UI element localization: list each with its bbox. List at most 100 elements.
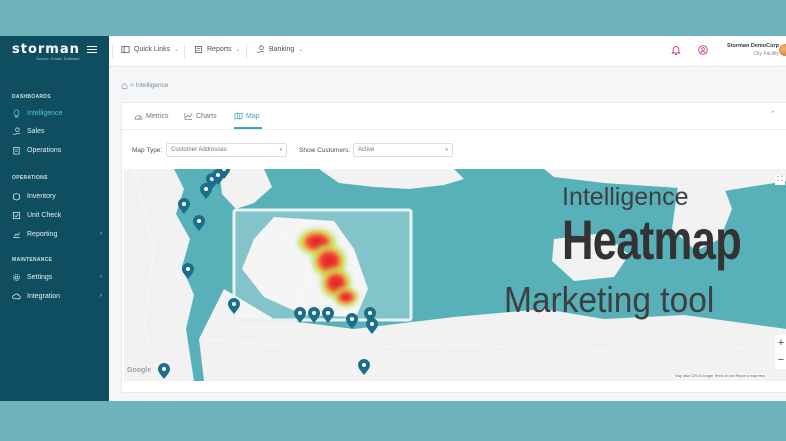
reports-label: Reports <box>207 46 232 53</box>
map-marker-dot <box>362 363 366 367</box>
chevron-down-icon: ▾ <box>445 147 448 153</box>
intelligence-panel: Metrics Charts Map ⌃ Map Type: Customer … <box>121 102 786 393</box>
map-marker-dot <box>368 311 372 315</box>
sidebar-item-settings[interactable]: Settings › <box>12 271 102 283</box>
app-window: storman Secure. Smart. Software DASHBOAR… <box>0 36 786 401</box>
sidebar-item-label: Settings <box>27 273 53 281</box>
sidebar-item-label: Integration <box>27 292 61 300</box>
show-customers-value: Active <box>358 147 375 153</box>
sidebar-item-operations[interactable]: Operations <box>12 144 102 156</box>
sidebar-item-intelligence[interactable]: Intelligence <box>12 107 102 119</box>
map-attribution[interactable]: Map data ©2019 Google Terms of Use Repor… <box>673 374 768 378</box>
heatmap-map[interactable]: Google Map data ©2019 Google Terms of Us… <box>124 169 786 381</box>
line-chart-icon <box>184 112 193 120</box>
reports-menu[interactable]: Reports ⌄ <box>194 45 241 54</box>
tab-label: Metrics <box>146 112 169 120</box>
map-type-label: Map Type: <box>132 147 163 154</box>
fullscreen-button[interactable]: ⛶ <box>775 175 785 185</box>
zoom-control: + − <box>775 335 786 369</box>
chevron-right-icon: › <box>100 231 102 237</box>
tab-label: Charts <box>196 112 217 120</box>
report-icon <box>194 45 203 54</box>
grid-check-icon <box>12 211 21 219</box>
map-type-select[interactable]: Customer Addresses ▾ <box>166 143 287 157</box>
tab-map[interactable]: Map <box>234 112 260 120</box>
map-marker-dot <box>204 187 208 191</box>
map-marker-dot <box>162 367 166 371</box>
zoom-out-button[interactable]: − <box>775 352 786 369</box>
org-name[interactable]: Storman DemoCorp <box>721 43 779 49</box>
show-customers-select[interactable]: Active ▾ <box>353 143 453 157</box>
hand-coins-icon <box>256 45 265 53</box>
window-icon <box>121 45 130 54</box>
chevron-up-icon[interactable]: ⌃ <box>770 110 776 118</box>
lightbulb-icon <box>13 109 20 117</box>
map-marker-dot <box>326 311 330 315</box>
breadcrumb-label: > Intelligence <box>130 82 169 89</box>
menu-toggle-icon[interactable] <box>87 46 97 54</box>
active-tab-indicator <box>234 127 262 129</box>
sidebar-item-label: Unit Check <box>27 211 62 219</box>
section-dashboards: DASHBOARDS <box>12 94 51 100</box>
chevron-down-icon: ⌄ <box>235 47 241 53</box>
zoom-in-button[interactable]: + <box>775 335 786 352</box>
chevron-down-icon: ⌄ <box>298 47 304 53</box>
map-marker-dot <box>298 311 302 315</box>
tab-charts[interactable]: Charts <box>184 112 217 120</box>
map-marker-dot <box>370 322 374 326</box>
avatar[interactable] <box>779 44 786 56</box>
map-marker-dot <box>350 317 354 321</box>
map-marker-dot <box>312 311 316 315</box>
chevron-right-icon: › <box>100 293 102 299</box>
sidebar-item-label: Sales <box>27 127 45 135</box>
banking-menu[interactable]: Banking ⌄ <box>256 45 303 54</box>
divider <box>184 44 185 58</box>
section-operations: OPERATIONS <box>12 175 48 181</box>
map-marker-dot <box>182 202 186 206</box>
google-logo: Google <box>127 367 152 374</box>
map-icon <box>234 112 243 120</box>
map-marker-dot <box>216 173 220 177</box>
sidebar-item-sales[interactable]: Sales <box>12 125 102 137</box>
overlay-heading: Heatmap <box>562 208 742 271</box>
divider <box>112 44 113 58</box>
tab-label: Map <box>246 112 260 120</box>
map-type-value: Customer Addresses <box>171 147 227 153</box>
quick-links-menu[interactable]: Quick Links ⌄ <box>121 45 179 54</box>
chevron-down-icon: ▾ <box>279 147 282 153</box>
cloud-icon <box>12 293 21 299</box>
overlay-subtitle: Marketing tool <box>504 279 715 320</box>
chevron-right-icon: › <box>100 274 102 280</box>
user-icon[interactable] <box>698 45 708 55</box>
facility-name: City Facility <box>753 51 779 57</box>
chevron-down-icon: ⌄ <box>174 47 180 53</box>
sidebar: storman Secure. Smart. Software DASHBOAR… <box>0 36 109 401</box>
sidebar-item-reporting[interactable]: Reporting › <box>12 228 102 240</box>
gauge-icon <box>134 115 143 120</box>
breadcrumb: > Intelligence <box>121 82 169 89</box>
sidebar-item-label: Intelligence <box>27 109 63 117</box>
gear-icon <box>12 273 21 281</box>
sidebar-item-inventory[interactable]: Inventory <box>12 190 102 202</box>
chart-icon <box>13 232 20 238</box>
sidebar-item-unit-check[interactable]: Unit Check <box>12 209 102 221</box>
brand-tagline: Secure. Smart. Software <box>36 56 80 61</box>
top-bar: Quick Links ⌄ Reports ⌄ Banking ⌄ Storma… <box>109 36 786 67</box>
sidebar-item-label: Reporting <box>27 230 58 238</box>
bell-icon[interactable] <box>671 45 681 56</box>
quick-links-label: Quick Links <box>134 46 171 53</box>
sidebar-item-integration[interactable]: Integration › <box>12 290 102 302</box>
clipboard-icon <box>13 146 20 154</box>
show-customers-label: Show Customers: <box>299 147 351 154</box>
home-icon[interactable] <box>121 82 128 89</box>
banking-label: Banking <box>269 46 295 53</box>
hand-coins-icon <box>12 127 21 135</box>
map-marker-dot <box>186 267 190 271</box>
map-marker-dot <box>197 219 201 223</box>
tab-metrics[interactable]: Metrics <box>134 112 169 120</box>
tab-bar: Metrics Charts Map ⌃ <box>122 103 786 130</box>
sidebar-item-label: Inventory <box>27 192 56 200</box>
brand-logo[interactable]: storman <box>12 42 80 57</box>
box-icon <box>12 192 21 200</box>
map-marker-dot <box>232 302 236 306</box>
